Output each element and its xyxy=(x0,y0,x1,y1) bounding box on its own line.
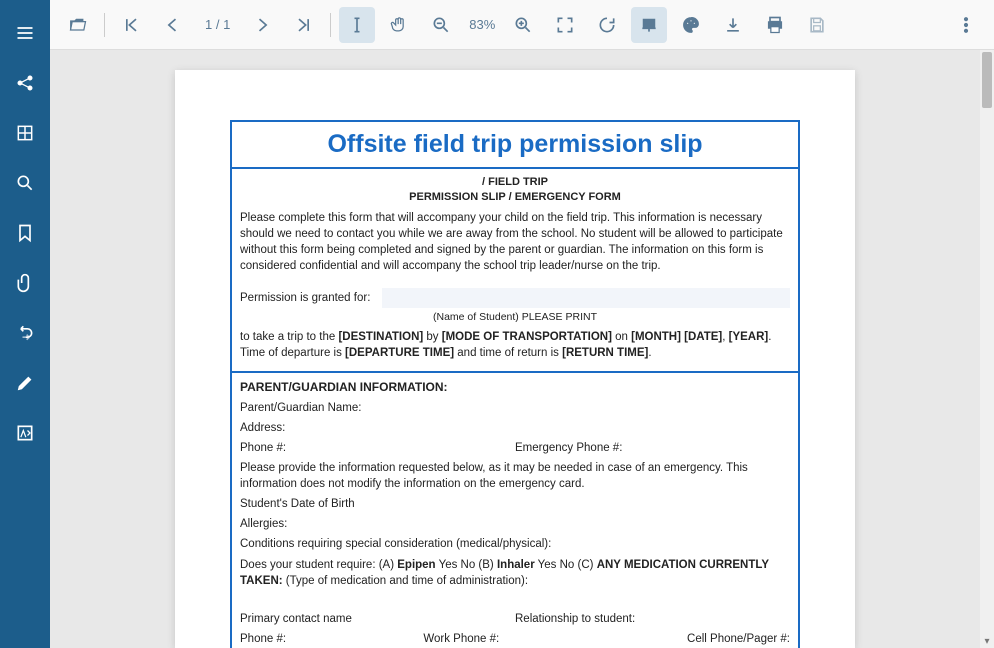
save-button[interactable] xyxy=(799,7,835,43)
scrollbar-down[interactable]: ▾ xyxy=(980,634,994,648)
main-area: 1 / 1 83% xyxy=(50,0,994,648)
share-icon xyxy=(15,73,35,93)
rotate-button[interactable] xyxy=(589,7,625,43)
conditions-field: Conditions requiring special considerati… xyxy=(240,536,790,552)
page-indicator[interactable]: 1 / 1 xyxy=(197,17,238,32)
provide-info-text: Please provide the information requested… xyxy=(240,460,790,492)
pan-button[interactable] xyxy=(381,7,417,43)
header-line2: PERMISSION SLIP / EMERGENCY FORM xyxy=(240,190,790,205)
download-icon xyxy=(723,15,743,35)
text-select-button[interactable] xyxy=(339,7,375,43)
sign-icon xyxy=(15,423,35,443)
save-icon xyxy=(807,15,827,35)
work-phone-field-1: Work Phone #: xyxy=(423,631,606,647)
bookmark-button[interactable] xyxy=(0,208,50,258)
document-viewer[interactable]: ▾ Offsite field trip permission slip / F… xyxy=(50,50,994,648)
print-button[interactable] xyxy=(757,7,793,43)
emergency-phone-field: Emergency Phone #: xyxy=(515,440,790,456)
scrollbar-thumb[interactable] xyxy=(982,52,992,108)
grid-button[interactable] xyxy=(0,108,50,158)
zoom-in-icon xyxy=(513,15,533,35)
attachment-button[interactable] xyxy=(0,258,50,308)
edit-button[interactable] xyxy=(0,358,50,408)
allergies-field: Allergies: xyxy=(240,516,790,532)
trip-details: to take a trip to the [DESTINATION] by [… xyxy=(240,329,790,361)
rotate-icon xyxy=(597,15,617,35)
first-page-button[interactable] xyxy=(113,7,149,43)
paperclip-icon xyxy=(15,273,35,293)
cell-phone-field-1: Cell Phone/Pager #: xyxy=(607,631,790,647)
student-name-input[interactable] xyxy=(382,288,790,308)
name-hint: (Name of Student) PLEASE PRINT xyxy=(240,310,790,325)
presentation-icon xyxy=(639,15,659,35)
address-field: Address: xyxy=(240,420,790,436)
pg-heading: PARENT/GUARDIAN INFORMATION: xyxy=(240,379,790,396)
permission-label: Permission is granted for: xyxy=(240,290,370,306)
doc-title: Offsite field trip permission slip xyxy=(232,122,798,169)
palette-icon xyxy=(681,15,701,35)
hand-icon xyxy=(389,15,409,35)
phone-field: Phone #: xyxy=(240,440,515,456)
sidebar xyxy=(0,0,50,648)
fit-page-button[interactable] xyxy=(547,7,583,43)
download-button[interactable] xyxy=(715,7,751,43)
last-page-button[interactable] xyxy=(286,7,322,43)
hamburger-icon xyxy=(15,23,35,43)
undo-redo-button[interactable] xyxy=(0,308,50,358)
search-icon xyxy=(15,173,35,193)
zoom-out-icon xyxy=(431,15,451,35)
more-button[interactable] xyxy=(948,7,984,43)
zoom-in-button[interactable] xyxy=(505,7,541,43)
intro-text: Please complete this form that will acco… xyxy=(240,210,790,274)
zoom-out-button[interactable] xyxy=(423,7,459,43)
more-vertical-icon xyxy=(956,15,976,35)
scrollbar[interactable]: ▾ xyxy=(980,50,994,648)
document-content: Offsite field trip permission slip / FIE… xyxy=(230,120,800,648)
bookmark-icon xyxy=(15,223,35,243)
zoom-level[interactable]: 83% xyxy=(465,17,499,32)
menu-button[interactable] xyxy=(0,8,50,58)
pg-name-field: Parent/Guardian Name: xyxy=(240,400,790,416)
presentation-button[interactable] xyxy=(631,7,667,43)
header-line1: / FIELD TRIP xyxy=(240,175,790,190)
fit-page-icon xyxy=(555,15,575,35)
print-icon xyxy=(765,15,785,35)
pencil-icon xyxy=(15,373,35,393)
search-button[interactable] xyxy=(0,158,50,208)
prev-page-button[interactable] xyxy=(155,7,191,43)
next-page-button[interactable] xyxy=(244,7,280,43)
grid-icon xyxy=(15,123,35,143)
arrow-left-icon xyxy=(163,15,183,35)
doc-header-section: / FIELD TRIP PERMISSION SLIP / EMERGENCY… xyxy=(232,169,798,373)
text-cursor-icon xyxy=(347,15,367,35)
separator xyxy=(104,13,105,37)
open-file-button[interactable] xyxy=(60,7,96,43)
arrow-right-icon xyxy=(252,15,272,35)
phone-field-2: Phone #: xyxy=(240,631,423,647)
relationship-field-1: Relationship to student: xyxy=(515,611,790,627)
primary-contact-field: Primary contact name xyxy=(240,611,515,627)
dob-field: Student's Date of Birth xyxy=(240,496,790,512)
folder-open-icon xyxy=(68,15,88,35)
last-page-icon xyxy=(294,15,314,35)
separator xyxy=(330,13,331,37)
theme-button[interactable] xyxy=(673,7,709,43)
toolbar: 1 / 1 83% xyxy=(50,0,994,50)
share-button[interactable] xyxy=(0,58,50,108)
sign-button[interactable] xyxy=(0,408,50,458)
document-page: Offsite field trip permission slip / FIE… xyxy=(175,70,855,648)
undo-redo-icon xyxy=(15,323,35,343)
first-page-icon xyxy=(121,15,141,35)
parent-guardian-section: PARENT/GUARDIAN INFORMATION: Parent/Guar… xyxy=(232,373,798,648)
medication-question: Does your student require: (A) Epipen Ye… xyxy=(240,557,790,589)
